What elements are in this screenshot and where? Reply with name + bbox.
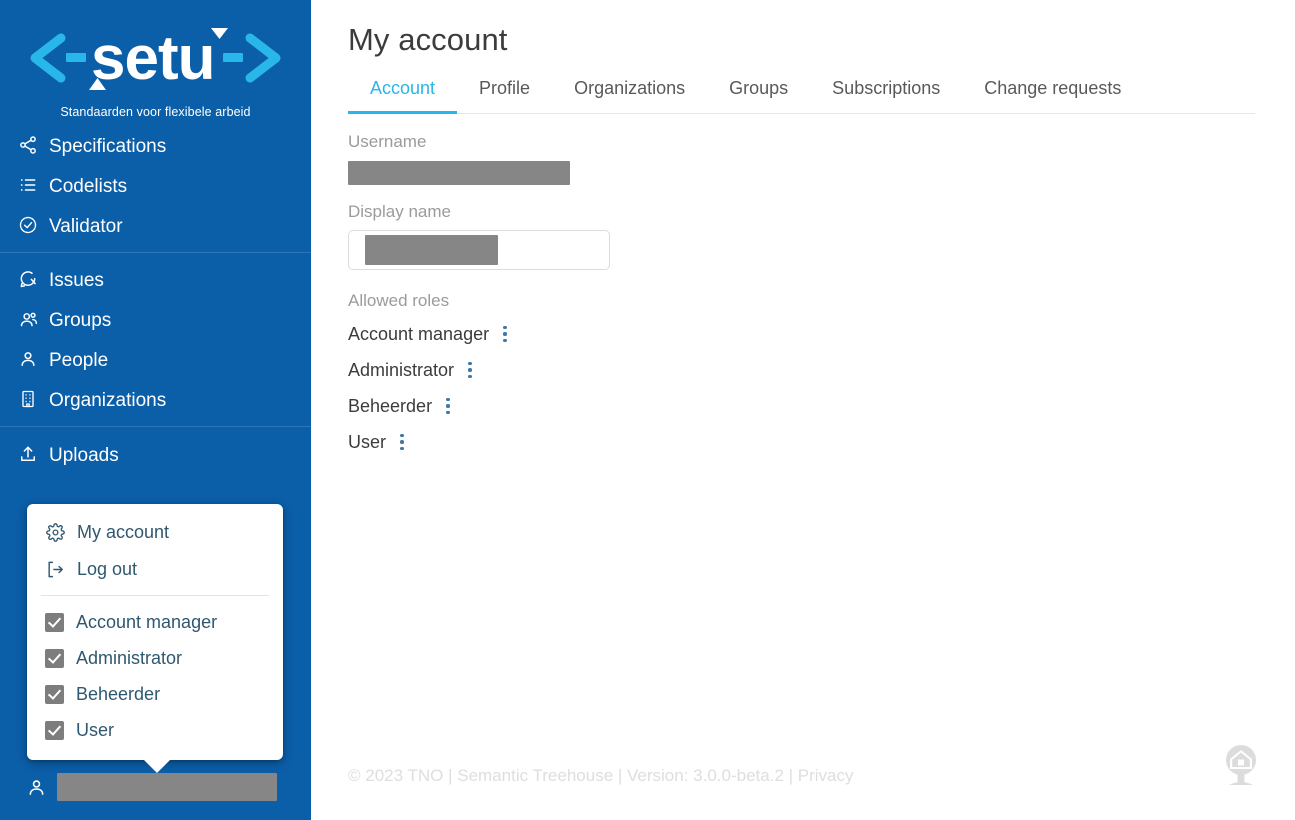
tab-label: Groups — [729, 78, 789, 98]
tab-label: Change requests — [984, 78, 1122, 98]
role-label: Administrator — [348, 359, 455, 380]
tab-change-requests[interactable]: Change requests — [962, 72, 1143, 114]
tab-label: Profile — [479, 78, 531, 98]
kebab-menu-icon[interactable] — [496, 324, 514, 344]
popup-item-my-account[interactable]: My account — [27, 514, 283, 551]
setu-logo-icon: setu — [23, 24, 288, 93]
kebab-menu-icon[interactable] — [461, 360, 479, 380]
nav-group-uploads: Uploads — [0, 426, 311, 480]
sidebar-item-people[interactable]: People — [0, 339, 311, 379]
page-title: My account — [348, 22, 508, 57]
popup-role-administrator[interactable]: Administrator — [27, 640, 283, 676]
display-name-field-block: Display name — [348, 201, 1295, 271]
tab-subscriptions[interactable]: Subscriptions — [810, 72, 962, 114]
role-row-account-manager: Account manager — [348, 316, 1295, 352]
sidebar-item-label: Groups — [49, 309, 112, 331]
popup-role-label: Account manager — [76, 611, 218, 632]
tab-label: Organizations — [574, 78, 686, 98]
display-name-value-redacted — [365, 235, 498, 266]
account-popup-menu: My account Log out Account manager Admin… — [27, 504, 283, 773]
main-content: My account Account Profile Organizations… — [311, 0, 1295, 820]
display-name-label: Display name — [348, 201, 451, 221]
brand-tagline: Standaarden voor flexibele arbeid — [60, 105, 251, 119]
tab-groups[interactable]: Groups — [707, 72, 810, 114]
person-icon — [17, 348, 39, 370]
sidebar: setu Standaarden voor flexibele arbeid S… — [0, 0, 311, 820]
person-icon — [25, 776, 47, 798]
popup-role-label: Beheerder — [76, 683, 161, 704]
sidebar-item-label: Codelists — [49, 175, 128, 197]
sidebar-item-groups[interactable]: Groups — [0, 299, 311, 339]
sidebar-item-label: Organizations — [49, 389, 167, 411]
checkbox-checked-icon[interactable] — [45, 720, 64, 740]
popup-item-label: Log out — [77, 559, 138, 579]
allowed-roles-section: Allowed roles Account manager Administra… — [348, 291, 1295, 460]
sidebar-item-label: Validator — [49, 215, 123, 237]
popup-divider — [41, 595, 269, 596]
checkbox-checked-icon[interactable] — [45, 684, 64, 704]
tab-profile[interactable]: Profile — [457, 72, 552, 114]
role-label: User — [348, 431, 387, 452]
svg-text:setu: setu — [91, 24, 214, 93]
username-value-redacted — [348, 160, 570, 185]
list-icon — [17, 174, 39, 196]
nav-group-content: Specifications Codelists Validator — [0, 119, 311, 252]
sidebar-item-label: Specifications — [49, 135, 167, 157]
popup-role-beheerder[interactable]: Beheerder — [27, 676, 283, 712]
app-root: setu Standaarden voor flexibele arbeid S… — [0, 0, 1295, 820]
tab-label: Account — [370, 78, 436, 98]
popup-item-log-out[interactable]: Log out — [27, 551, 283, 588]
role-row-administrator: Administrator — [348, 352, 1295, 388]
treehouse-logo-icon — [1216, 742, 1266, 792]
popup-item-label: My account — [77, 522, 170, 542]
popup-role-label: Administrator — [76, 647, 183, 668]
tab-label: Subscriptions — [832, 78, 941, 98]
popup-role-label: User — [76, 719, 115, 740]
allowed-roles-label: Allowed roles — [348, 291, 450, 311]
username-field-block: Username — [348, 132, 1295, 185]
tab-organizations[interactable]: Organizations — [552, 72, 707, 114]
check-badge-icon — [17, 214, 39, 236]
role-label: Account manager — [348, 323, 490, 344]
role-row-user: User — [348, 424, 1295, 460]
sidebar-item-label: Issues — [49, 269, 104, 291]
sidebar-item-label: Uploads — [49, 444, 119, 466]
gear-icon — [45, 523, 65, 543]
role-label: Beheerder — [348, 395, 433, 416]
share-nodes-icon — [17, 134, 39, 156]
sidebar-item-codelists[interactable]: Codelists — [0, 165, 311, 205]
checkbox-checked-icon[interactable] — [45, 612, 64, 632]
sidebar-item-specifications[interactable]: Specifications — [0, 125, 311, 165]
upload-icon — [17, 443, 39, 465]
kebab-menu-icon[interactable] — [393, 432, 411, 452]
username-label: Username — [348, 132, 427, 152]
building-icon — [17, 388, 39, 410]
kebab-menu-icon[interactable] — [439, 396, 457, 416]
checkbox-checked-icon[interactable] — [45, 648, 64, 668]
logout-icon — [45, 560, 65, 580]
brand-logo[interactable]: setu Standaarden voor flexibele arbeid — [0, 0, 311, 119]
sidebar-item-validator[interactable]: Validator — [0, 205, 311, 245]
footer: © 2023 TNO | Semantic Treehouse | Versio… — [348, 766, 854, 786]
sidebar-item-label: People — [49, 349, 109, 371]
tab-account[interactable]: Account — [348, 72, 458, 115]
user-name-redacted — [57, 773, 277, 801]
people-group-icon — [17, 308, 39, 330]
display-name-input[interactable] — [348, 230, 610, 271]
comment-icon — [17, 268, 39, 290]
sidebar-item-uploads[interactable]: Uploads — [0, 434, 311, 474]
popup-role-account-manager[interactable]: Account manager — [27, 604, 283, 640]
footer-text[interactable]: © 2023 TNO | Semantic Treehouse | Versio… — [348, 766, 854, 785]
sidebar-user-button[interactable] — [0, 770, 311, 804]
popup-role-user[interactable]: User — [27, 712, 283, 748]
account-form: Username Display name Allowed roles Acco… — [311, 114, 1295, 460]
tab-bar: Account Profile Organizations Groups Sub… — [348, 72, 1255, 115]
role-row-beheerder: Beheerder — [348, 388, 1295, 424]
nav-group-community: Issues Groups People Organizations — [0, 252, 311, 426]
sidebar-item-organizations[interactable]: Organizations — [0, 379, 311, 419]
sidebar-item-issues[interactable]: Issues — [0, 259, 311, 299]
